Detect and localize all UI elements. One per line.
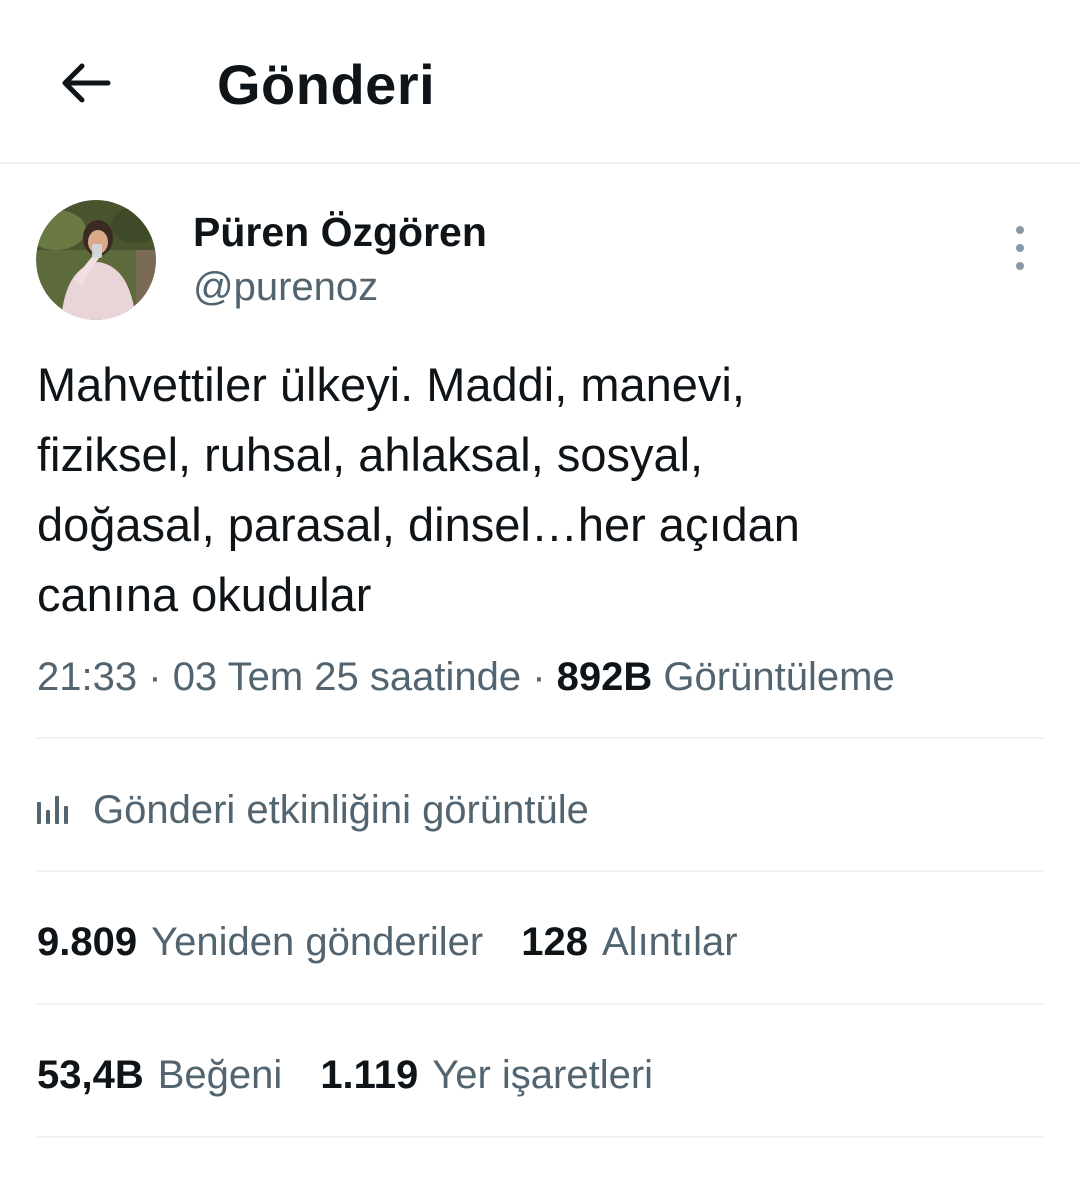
more-vertical-icon (1016, 226, 1024, 234)
divider (36, 1136, 1044, 1138)
views-count: 892B (556, 655, 653, 699)
quotes-stat[interactable]: 128 Alıntılar (521, 920, 737, 965)
top-bar: Gönderi (0, 0, 1080, 164)
reposts-label: Yeniden gönderiler (151, 919, 484, 964)
avatar-image (36, 200, 156, 320)
author-handle[interactable]: @purenoz (193, 262, 378, 312)
more-options-button[interactable] (1000, 226, 1040, 270)
meta-separator: · (148, 655, 162, 699)
meta-separator: · (532, 655, 546, 699)
post-text: Mahvettiler ülkeyi. Maddi, manevi, fizik… (37, 358, 800, 621)
post-date[interactable]: 03 Tem 25 saatinde (173, 655, 521, 699)
bookmarks-stat[interactable]: 1.119 Yer işaretleri (320, 1053, 653, 1098)
likes-label: Beğeni (157, 1052, 283, 1097)
view-post-activity-button[interactable]: Gönderi etkinliğini görüntüle (37, 780, 589, 840)
back-button[interactable] (50, 48, 120, 118)
quotes-count: 128 (521, 919, 588, 964)
reposts-count: 9.809 (37, 919, 138, 964)
author-name[interactable]: Püren Özgören (193, 206, 487, 258)
likes-stat[interactable]: 53,4B Beğeni (37, 1053, 282, 1098)
page-title: Gönderi (217, 53, 436, 116)
likes-count: 53,4B (37, 1052, 144, 1097)
activity-label: Gönderi etkinliğini görüntüle (93, 787, 589, 832)
bookmarks-count: 1.119 (320, 1052, 419, 1097)
stats-row-reposts: 9.809 Yeniden gönderiler 128 Alıntılar (37, 912, 776, 972)
arrow-left-icon (62, 63, 111, 103)
avatar[interactable] (36, 200, 156, 320)
divider (36, 870, 1044, 872)
divider (36, 1003, 1044, 1005)
post-meta: 21:33 · 03 Tem 25 saatinde · 892B Görünt… (37, 650, 895, 704)
bookmarks-label: Yer işaretleri (432, 1052, 654, 1097)
stats-row-likes: 53,4B Beğeni 1.119 Yer işaretleri (37, 1045, 691, 1105)
reposts-stat[interactable]: 9.809 Yeniden gönderiler (37, 920, 483, 965)
quotes-label: Alıntılar (602, 919, 738, 964)
views-label: Görüntüleme (663, 655, 895, 699)
divider (36, 737, 1044, 739)
analytics-bar-icon (37, 792, 77, 828)
post-time[interactable]: 21:33 (37, 655, 137, 699)
